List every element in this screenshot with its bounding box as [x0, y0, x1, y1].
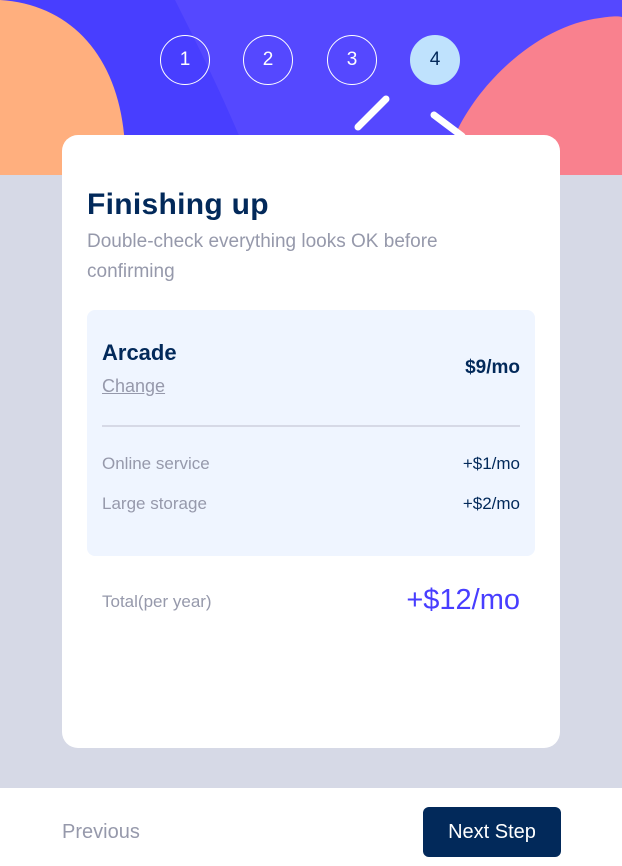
addon-label-large-storage: Large storage [102, 494, 207, 513]
order-summary: Arcade Change $9/mo Online service +$1/m… [87, 310, 535, 556]
summary-divider [102, 425, 520, 427]
summary-card: Finishing up Double-check everything loo… [62, 135, 560, 748]
addon-label-online-service: Online service [102, 454, 210, 473]
total-label: Total(per year) [102, 592, 212, 611]
step-3[interactable]: 3 [327, 35, 377, 85]
step-indicator: 1 2 3 4 [0, 35, 622, 87]
next-step-button[interactable]: Next Step [423, 807, 561, 857]
page-subtitle: Double-check everything looks OK before … [87, 231, 438, 282]
total-price: +$12/mo [406, 584, 520, 616]
addon-price-large-storage: +$2/mo [462, 494, 520, 513]
step-1[interactable]: 1 [160, 35, 210, 85]
change-plan-link[interactable]: Change [102, 376, 165, 397]
addon-price-online-service: +$1/mo [462, 454, 520, 473]
footer-bar: Previous Next Step [0, 788, 622, 866]
previous-button[interactable]: Previous [62, 821, 140, 844]
page-title: Finishing up [87, 188, 269, 221]
step-2[interactable]: 2 [243, 35, 293, 85]
step-4[interactable]: 4 [410, 35, 460, 85]
plan-price: $9/mo [465, 357, 520, 378]
plan-name: Arcade [102, 340, 177, 365]
